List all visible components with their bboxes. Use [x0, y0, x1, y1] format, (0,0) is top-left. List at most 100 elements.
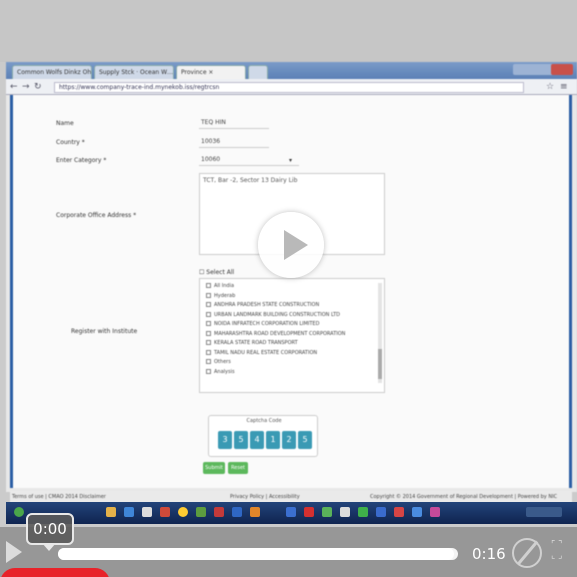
window-close-button[interactable] — [551, 64, 573, 75]
app-icon[interactable] — [124, 507, 134, 517]
browser-tab[interactable]: Common Wolfs Dinkz Oh… × — [12, 65, 92, 79]
forward-icon[interactable]: → — [22, 82, 30, 92]
address-label: Corporate Office Address * — [56, 212, 137, 219]
web-page: Name TEQ HIN Country * 10036 Enter Categ… — [10, 95, 572, 488]
list-item[interactable]: MAHARASHTRA ROAD DEVELOPMENT CORPORATION — [200, 330, 384, 340]
play-icon — [284, 230, 308, 260]
folder-icon[interactable] — [106, 507, 116, 517]
list-item[interactable]: TAMIL NADU REAL ESTATE CORPORATION — [200, 349, 384, 359]
time-bubble-pointer — [42, 543, 56, 551]
list-item[interactable]: NOIDA INFRATECH CORPORATION LIMITED — [200, 320, 384, 330]
list-item-label: Others — [214, 359, 231, 365]
chevron-down-icon: ▾ — [289, 157, 293, 164]
star-icon[interactable]: ☆ — [546, 82, 554, 92]
os-taskbar — [6, 502, 577, 524]
select-all-checkbox[interactable]: ☐ Select All — [199, 269, 234, 276]
reset-button[interactable]: Reset — [228, 462, 248, 474]
list-item-label: Hyderab — [214, 292, 236, 299]
submit-button[interactable]: Submit — [203, 462, 225, 474]
captcha-digit: 5 — [234, 431, 248, 449]
checkbox-icon[interactable] — [206, 302, 211, 307]
checkbox-icon[interactable] — [206, 359, 211, 364]
browser-icon[interactable] — [178, 507, 188, 517]
app-icon[interactable] — [286, 507, 296, 517]
footer-copyright: Copyright © 2014 Government of Regional … — [370, 494, 558, 500]
start-icon[interactable] — [14, 507, 24, 517]
app-icon[interactable] — [322, 507, 332, 517]
duration: 0:16 — [472, 545, 506, 563]
country-field[interactable]: 10036 — [199, 136, 269, 148]
list-item-label: KERALA STATE ROAD TRANSPORT — [214, 340, 298, 346]
footer-left-links[interactable]: Terms of use | CMAO 2014 Disclaimer — [12, 494, 106, 500]
checkbox-icon[interactable] — [206, 321, 211, 326]
reload-icon[interactable]: ↻ — [34, 82, 42, 92]
app-icon[interactable] — [250, 507, 260, 517]
app-icon[interactable] — [394, 507, 404, 517]
current-time: 0:00 — [26, 513, 74, 545]
tab-strip: Common Wolfs Dinkz Oh… × Supply Stck · O… — [6, 62, 577, 79]
app-icon[interactable] — [196, 507, 206, 517]
list-item-label: All India — [214, 283, 235, 289]
app-icon[interactable] — [430, 507, 440, 517]
brand-logo — [0, 568, 110, 577]
app-icon[interactable] — [304, 507, 314, 517]
select-all-label: Select All — [206, 269, 235, 276]
app-icon[interactable] — [376, 507, 386, 517]
browser-tab-active[interactable]: Province × — [176, 65, 246, 79]
list-scrollbar[interactable] — [378, 283, 382, 383]
big-play-button[interactable] — [258, 212, 324, 278]
captcha-title: Captcha Code — [246, 418, 282, 424]
checkbox-icon[interactable] — [206, 330, 211, 336]
checkbox-icon[interactable] — [206, 292, 211, 298]
name-field[interactable]: TEQ HIN — [199, 117, 269, 129]
back-icon[interactable]: ← — [10, 82, 18, 92]
footer-center-links[interactable]: Privacy Policy | Accessibility — [230, 494, 300, 500]
category-select[interactable]: 10060 — [199, 154, 299, 166]
list-item[interactable]: KERALA STATE ROAD TRANSPORT — [200, 339, 384, 349]
captcha-digit: 3 — [218, 431, 232, 449]
list-item-label: Analysis — [214, 368, 235, 375]
captcha-digit: 4 — [250, 431, 264, 449]
checkbox-icon[interactable] — [206, 349, 211, 355]
video-player[interactable]: Common Wolfs Dinkz Oh… × Supply Stck · O… — [0, 0, 577, 577]
list-item[interactable]: All India — [200, 282, 384, 292]
app-icon[interactable] — [160, 507, 170, 517]
menu-icon[interactable]: ≡ — [560, 82, 568, 92]
scrollbar-thumb[interactable] — [378, 349, 382, 379]
list-item[interactable]: Hyderab — [200, 292, 384, 302]
app-icon[interactable] — [340, 507, 350, 517]
list-item-label: MAHARASHTRA ROAD DEVELOPMENT CORPORATION — [214, 330, 346, 337]
app-icon[interactable] — [358, 507, 368, 517]
list-item-label: TAMIL NADU REAL ESTATE CORPORATION — [214, 349, 318, 356]
app-icon[interactable] — [412, 507, 422, 517]
captcha-digit: 1 — [266, 431, 280, 449]
field-label: Name — [56, 120, 74, 127]
checkbox-icon[interactable] — [206, 340, 211, 345]
list-item-label: ANDHRA PRADESH STATE CONSTRUCTION — [214, 302, 320, 308]
app-icon[interactable] — [142, 507, 152, 517]
fullscreen-icon[interactable]: ⌜ ⌝ ⌞ ⌟ — [551, 540, 573, 564]
browser-tab[interactable]: Supply Stck · Ocean W… × — [94, 65, 174, 79]
play-icon[interactable] — [6, 541, 22, 563]
system-tray[interactable] — [526, 507, 562, 517]
checkbox-icon[interactable] — [206, 368, 211, 374]
field-label: Country * — [56, 139, 85, 146]
checkbox-icon[interactable] — [206, 283, 211, 288]
app-icon[interactable] — [232, 507, 242, 517]
app-icon[interactable] — [214, 507, 224, 517]
field-label: Enter Category * — [56, 157, 107, 164]
list-item[interactable]: URBAN LANDMARK BUILDING CONSTRUCTION LTD — [200, 311, 384, 321]
list-item[interactable]: Analysis — [200, 368, 384, 378]
list-item[interactable]: ANDHRA PRADESH STATE CONSTRUCTION — [200, 301, 384, 311]
progress-fill — [58, 548, 454, 560]
app-icon[interactable] — [268, 507, 278, 517]
checkbox-icon[interactable] — [206, 311, 211, 317]
new-tab-button[interactable] — [248, 65, 268, 79]
address-bar: ← → ↻ https://www.company-trace-ind.myne… — [6, 79, 577, 95]
list-item[interactable]: Others — [200, 358, 384, 368]
institute-list[interactable]: All India Hyderab ANDHRA PRADESH STATE C… — [199, 278, 385, 393]
captcha-box: Captcha Code 3 5 4 1 2 5 — [208, 415, 318, 457]
list-item-label: NOIDA INFRATECH CORPORATION LIMITED — [214, 321, 320, 327]
url-field[interactable]: https://www.company-trace-ind.mynekob.is… — [54, 82, 524, 93]
captcha-digit: 2 — [282, 431, 296, 449]
